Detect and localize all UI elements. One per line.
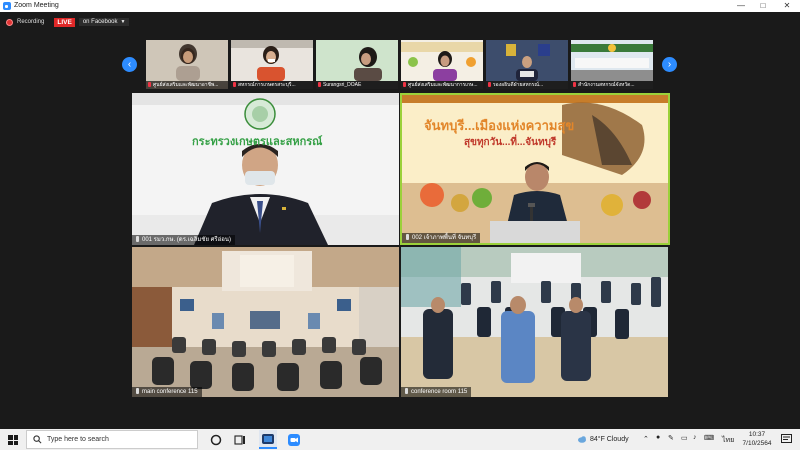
- search-icon: [33, 435, 42, 444]
- taskbar-app-zoom-meeting[interactable]: [259, 430, 277, 449]
- language-indicator[interactable]: ไทย: [722, 435, 734, 446]
- participant-name: สหกรณ์การเกษตรสระบุรี...: [231, 81, 313, 89]
- cortana-icon[interactable]: [209, 433, 223, 447]
- active-speaker-tile[interactable]: จันทบุรี...เมืองแห่งความสุข สุขทุกวัน...…: [400, 93, 670, 245]
- mic-icon: [136, 236, 139, 243]
- mic-icon: [405, 388, 408, 395]
- video-tile[interactable]: conference room 115: [401, 247, 668, 397]
- zoom-app-icon: [3, 2, 11, 10]
- wall-sign: กระทรวงเกษตรและสหกรณ์: [192, 136, 323, 148]
- network-icon[interactable]: ▭: [681, 434, 688, 442]
- participant-thumbnail[interactable]: สำนักงานสหกรณ์จังหวัด...: [571, 40, 653, 89]
- mic-icon: [136, 388, 139, 395]
- volume-icon[interactable]: ♪: [693, 434, 697, 441]
- participant-video: [316, 40, 398, 81]
- recording-label: Recording: [17, 19, 45, 25]
- pen-icon[interactable]: ✎: [668, 434, 674, 442]
- participant-name: ศูนย์ส่งเสริมและพัฒนาอาชีพ...: [146, 81, 228, 89]
- participant-name: รองอธิบดีฝ่ายสหกรณ์...: [486, 81, 568, 89]
- taskbar-search-box[interactable]: Type here to search: [26, 430, 198, 449]
- video-tile[interactable]: main conference 115: [132, 247, 399, 397]
- clock-time: 10:37: [748, 431, 766, 438]
- participant-name: conference room 115: [401, 387, 472, 397]
- mic-muted-icon: [403, 82, 406, 88]
- caret-down-icon: ▼: [120, 19, 126, 25]
- video-tile[interactable]: กระทรวงเกษตรและสหกรณ์ 001 รมว.กษ. (ดร.เฉ…: [132, 93, 399, 245]
- participant-name: 002 เจ้าภาพพื้นที่ จันทบุรี: [402, 233, 481, 243]
- mic-muted-icon: [573, 82, 576, 88]
- live-badge[interactable]: LIVE: [54, 17, 75, 27]
- participant-thumbnail[interactable]: สหกรณ์การเกษตรสระบุรี...: [231, 40, 313, 89]
- recording-bar: Recording LIVE on Facebook ▼: [6, 16, 130, 28]
- clock-date: 7/10/2564: [742, 440, 772, 447]
- mic-muted-icon: [233, 82, 236, 88]
- participant-video: [146, 40, 228, 81]
- weather-widget[interactable]: 84°F Cloudy: [578, 435, 629, 443]
- participant-video: [486, 40, 568, 81]
- window-title: Zoom Meeting: [14, 2, 59, 9]
- mic-muted-icon: [148, 82, 151, 88]
- participant-thumbnail[interactable]: ศูนย์ส่งเสริมและพัฒนาการเกษ...: [401, 40, 483, 89]
- search-placeholder: Type here to search: [47, 436, 109, 443]
- participant-name: 001 รมว.กษ. (ดร.เฉลิมชัย ศรีอ่อน): [132, 235, 235, 245]
- clock[interactable]: 10:37 7/10/2564: [740, 430, 774, 448]
- participant-thumbnail[interactable]: ศูนย์ส่งเสริมและพัฒนาอาชีพ...: [146, 40, 228, 89]
- participant-name: Surangsri_DOAE: [316, 81, 398, 89]
- notification-icon[interactable]: [781, 434, 792, 444]
- cloud-icon: [578, 436, 586, 443]
- banner-subtitle: สุขทุกวัน...ที่...จันทบุรี: [464, 137, 557, 148]
- mic-icon: [406, 234, 409, 241]
- mic-muted-icon: [318, 82, 321, 88]
- show-hidden-icons[interactable]: ⌃: [643, 435, 649, 443]
- mic-muted-icon: [488, 82, 491, 88]
- participant-name: ศูนย์ส่งเสริมและพัฒนาการเกษ...: [401, 81, 483, 89]
- weather-text: 84°F Cloudy: [590, 435, 629, 443]
- participant-video: [132, 93, 399, 245]
- zoom-app-icon[interactable]: [287, 433, 301, 447]
- windows-start-icon[interactable]: [8, 435, 18, 445]
- participant-name: main conference 115: [132, 387, 202, 397]
- participant-thumbnail[interactable]: Surangsri_DOAE: [316, 40, 398, 89]
- participant-name: สำนักงานสหกรณ์จังหวัด...: [571, 81, 653, 89]
- close-button[interactable]: ✕: [776, 0, 798, 12]
- windows-taskbar: Type here to search 84°F Cloudy ⌃ ● ✎ ▭ …: [0, 429, 800, 450]
- recording-icon: [6, 18, 13, 26]
- participant-video: [401, 247, 668, 397]
- participant-video: [571, 40, 653, 81]
- minimize-button[interactable]: —: [730, 0, 752, 12]
- participant-thumbnail[interactable]: รองอธิบดีฝ่ายสหกรณ์...: [486, 40, 568, 89]
- keyboard-icon[interactable]: ⌨: [704, 434, 714, 442]
- zoom-meeting-icon: [262, 434, 274, 444]
- participant-video: [401, 40, 483, 81]
- participant-video: [132, 247, 399, 397]
- maximize-button[interactable]: □: [752, 0, 774, 12]
- window-titlebar: Zoom Meeting — □ ✕: [0, 0, 800, 12]
- microphone-icon[interactable]: ●: [656, 434, 660, 441]
- live-target-label: on Facebook: [82, 19, 118, 25]
- thumbnail-strip: ศูนย์ส่งเสริมและพัฒนาอาชีพ... สหกรณ์การเ…: [0, 40, 800, 90]
- task-view-icon[interactable]: [233, 433, 247, 447]
- live-target-dropdown[interactable]: on Facebook ▼: [78, 18, 130, 26]
- participant-video: [231, 40, 313, 81]
- banner-title: จันทบุรี...เมืองแห่งความสุข: [424, 118, 575, 133]
- next-page-button[interactable]: ›: [662, 57, 677, 72]
